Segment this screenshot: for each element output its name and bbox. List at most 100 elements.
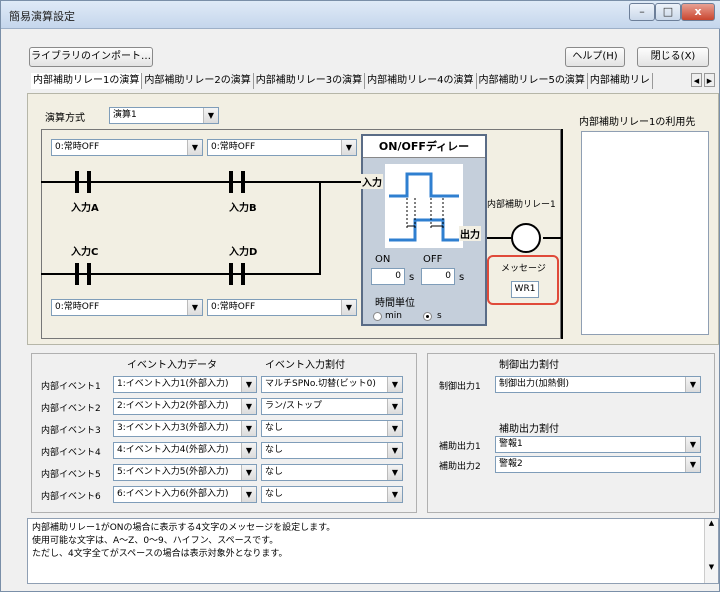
control-output-label: 制御出力1	[439, 382, 481, 392]
control-output-select[interactable]: 制御出力(加熱側) ▼	[495, 376, 701, 393]
contact-b-left	[229, 171, 233, 193]
right-rail	[561, 129, 563, 339]
event-data-select[interactable]: 5:イベント入力5(外部入力) ▼	[113, 464, 257, 481]
message-input[interactable]: WR1	[511, 281, 539, 298]
control-output-value: 制御出力(加熱側)	[499, 379, 570, 389]
off-delay-input[interactable]: 0	[421, 268, 455, 285]
chevron-down-icon: ▼	[341, 140, 356, 155]
input-b-label: 入力B	[229, 203, 257, 214]
event-assign-header: イベント入力割付	[265, 360, 345, 371]
aux-output2-select[interactable]: 警報2 ▼	[495, 456, 701, 473]
chevron-down-icon: ▼	[241, 443, 256, 458]
scroll-down-icon[interactable]: ▼	[705, 563, 718, 571]
aux-output2-label: 補助出力2	[439, 462, 481, 472]
description-line: 内部補助リレー1がONの場合に表示する4文字のメッセージを設定します。	[32, 523, 336, 533]
event-assign-value: ラン/ストップ	[265, 401, 323, 411]
relay-label: 内部補助リレー1	[487, 197, 556, 210]
event-data-select[interactable]: 2:イベント入力2(外部入力) ▼	[113, 398, 257, 415]
event-data-select[interactable]: 4:イベント入力4(外部入力) ▼	[113, 442, 257, 459]
relay-coil-icon	[511, 223, 541, 253]
on-unit-label: s	[409, 272, 415, 283]
event-name-label: 内部イベント5	[41, 470, 101, 480]
chevron-down-icon: ▼	[685, 437, 700, 452]
input-a-label: 入力A	[71, 203, 99, 214]
timer-title: ON/OFFディレー	[363, 136, 485, 158]
event-assign-value: なし	[265, 423, 284, 433]
scroll-up-icon[interactable]: ▲	[705, 519, 718, 527]
unit-s-radio[interactable]	[423, 312, 432, 321]
title-bar: 簡易演算設定 – □ x	[1, 1, 720, 29]
input-b-value: 0:常時OFF	[211, 142, 256, 152]
contact-a-right	[87, 171, 91, 193]
input-c-select[interactable]: 0:常時OFF ▼	[51, 299, 203, 316]
help-button[interactable]: ヘルプ(H)	[565, 47, 625, 67]
chevron-down-icon: ▼	[187, 300, 202, 315]
operation-select[interactable]: 演算1 ▼	[109, 107, 219, 124]
radio-dot-icon	[426, 315, 429, 318]
off-unit-label: s	[459, 272, 465, 283]
on-label: ON	[375, 254, 391, 265]
chevron-down-icon: ▼	[387, 487, 402, 502]
input-d-select[interactable]: 0:常時OFF ▼	[207, 299, 357, 316]
tab-scroll-right-icon[interactable]: ▶	[704, 73, 715, 87]
window-title: 簡易演算設定	[9, 10, 75, 23]
event-assign-select[interactable]: なし ▼	[261, 486, 403, 503]
timing-chart	[385, 164, 463, 248]
description-scrollbar[interactable]: ▲ ▼	[704, 519, 718, 583]
event-assign-select[interactable]: なし ▼	[261, 464, 403, 481]
usage-title: 内部補助リレー1の利用先	[579, 117, 696, 128]
close-window-button[interactable]: x	[681, 3, 715, 21]
event-name-label: 内部イベント6	[41, 492, 101, 502]
chevron-down-icon: ▼	[203, 108, 218, 123]
event-assign-value: マルチSPNo.切替(ビット0)	[265, 379, 376, 389]
import-library-button[interactable]: ライブラリのインポート…	[29, 47, 153, 67]
on-delay-input[interactable]: 0	[371, 268, 405, 285]
tab-relay4[interactable]: 内部補助リレー4の演算	[365, 73, 477, 89]
rung-line-2	[41, 273, 321, 275]
tab-relay1[interactable]: 内部補助リレー1の演算	[31, 73, 143, 89]
tab-relay2[interactable]: 内部補助リレー2の演算	[142, 73, 254, 89]
timer-input-label: 入力	[361, 174, 383, 189]
unit-min-radio[interactable]	[373, 312, 382, 321]
event-data-select[interactable]: 1:イベント入力1(外部入力) ▼	[113, 376, 257, 393]
operation-value: 演算1	[113, 110, 137, 120]
close-button[interactable]: 閉じる(X)	[637, 47, 709, 67]
usage-list[interactable]	[581, 131, 709, 335]
event-assign-select[interactable]: なし ▼	[261, 420, 403, 437]
timing-waveform-icon	[389, 172, 459, 242]
minimize-button[interactable]: –	[629, 3, 655, 21]
aux-output2-value: 警報2	[499, 459, 523, 469]
contact-c-left	[75, 263, 79, 285]
tab-relay5[interactable]: 内部補助リレー5の演算	[477, 73, 588, 89]
event-data-value: 3:イベント入力3(外部入力)	[117, 423, 229, 433]
chevron-down-icon: ▼	[241, 421, 256, 436]
chevron-down-icon: ▼	[187, 140, 202, 155]
event-assign-select[interactable]: ラン/ストップ ▼	[261, 398, 403, 415]
aux-output1-select[interactable]: 警報1 ▼	[495, 436, 701, 453]
event-assign-select[interactable]: マルチSPNo.切替(ビット0) ▼	[261, 376, 403, 393]
event-data-select[interactable]: 6:イベント入力6(外部入力) ▼	[113, 486, 257, 503]
event-assign-select[interactable]: なし ▼	[261, 442, 403, 459]
tab-relay3[interactable]: 内部補助リレー3の演算	[254, 73, 366, 89]
unit-s-label: s	[437, 311, 442, 321]
tab-scroll-left-icon[interactable]: ◀	[691, 73, 702, 87]
contact-b-right	[241, 171, 245, 193]
input-b-select[interactable]: 0:常時OFF ▼	[207, 139, 357, 156]
event-data-value: 6:イベント入力6(外部入力)	[117, 489, 229, 499]
on-off-delay-block: ON/OFFディレー 入力 出力 ON OFF 0 s 0 s 時間単位 min…	[361, 134, 487, 326]
contact-a-left	[75, 171, 79, 193]
chevron-down-icon: ▼	[685, 457, 700, 472]
chevron-down-icon: ▼	[387, 421, 402, 436]
control-header: 制御出力割付	[499, 360, 559, 371]
event-name-label: 内部イベント3	[41, 426, 101, 436]
event-data-header: イベント入力データ	[127, 360, 217, 371]
off-label: OFF	[423, 254, 443, 265]
maximize-button[interactable]: □	[655, 3, 681, 21]
event-data-select[interactable]: 3:イベント入力3(外部入力) ▼	[113, 420, 257, 437]
unit-min-label: min	[385, 311, 402, 321]
timer-output-label: 出力	[459, 226, 481, 241]
input-a-select[interactable]: 0:常時OFF ▼	[51, 139, 203, 156]
chevron-down-icon: ▼	[241, 465, 256, 480]
event-data-value: 1:イベント入力1(外部入力)	[117, 379, 229, 389]
tab-relay6[interactable]: 内部補助リレ	[588, 73, 653, 89]
